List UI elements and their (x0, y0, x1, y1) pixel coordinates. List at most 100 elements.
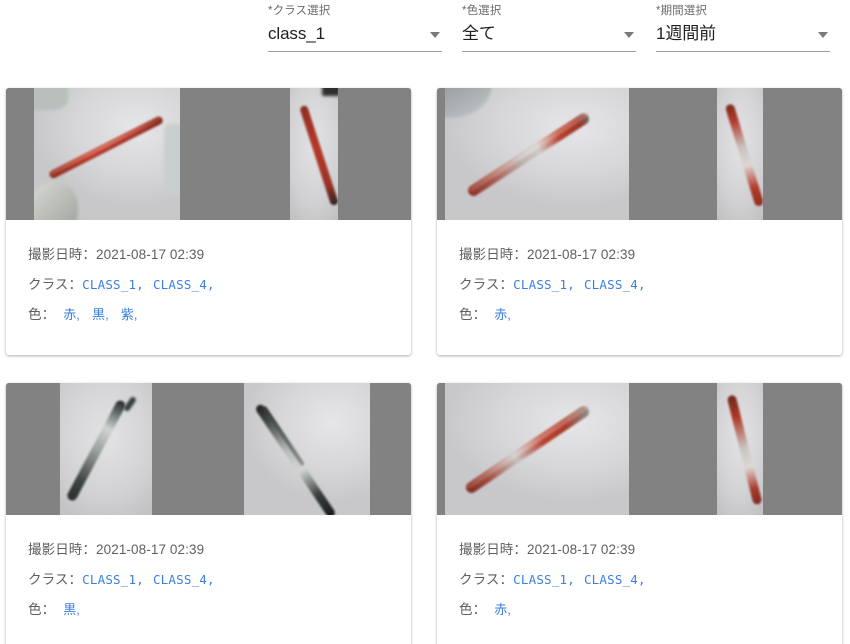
color-label: 色： (28, 307, 56, 322)
color-row: 色： 赤, (459, 300, 820, 330)
filter-bar: *クラス選択 class_1 *色選択 全て *期間選択 1週間前 (268, 0, 850, 58)
thumbnail-strip[interactable] (437, 383, 842, 515)
thumbnail-photo (244, 383, 370, 515)
color-chip[interactable]: 黒, (92, 307, 109, 322)
color-row: 色： 赤, 黒, 紫, (28, 300, 389, 330)
detection-thumbnail[interactable] (290, 88, 338, 220)
chevron-down-icon[interactable] (430, 32, 440, 38)
capture-datetime-label: 撮影日時： (28, 247, 96, 262)
capture-datetime-row: 撮影日時：2021-08-17 02:39 (459, 240, 820, 270)
color-select[interactable]: *色選択 全て (462, 0, 636, 58)
card-body: 撮影日時：2021-08-17 02:39 クラス：CLASS_1, CLASS_… (6, 515, 411, 644)
detection-thumbnail[interactable] (717, 383, 763, 515)
chevron-down-icon[interactable] (818, 32, 828, 38)
capture-datetime-value: 2021-08-17 02:39 (96, 542, 205, 557)
period-select-value: 1週間前 (656, 24, 717, 43)
thumbnail-photo (445, 383, 629, 515)
thumbnail-strip[interactable] (6, 88, 411, 220)
color-row: 色： 赤, (459, 595, 820, 625)
color-label: 色： (459, 307, 487, 322)
result-card-grid: 撮影日時：2021-08-17 02:39 クラス：CLASS_1, CLASS_… (6, 88, 844, 644)
detection-thumbnail[interactable] (717, 88, 763, 220)
capture-datetime-row: 撮影日時：2021-08-17 02:39 (28, 535, 389, 565)
thumbnail-spacer (370, 383, 411, 515)
detection-thumbnail[interactable] (445, 383, 629, 515)
class-chip[interactable]: CLASS_4, (584, 277, 646, 292)
class-select-underline (268, 51, 442, 52)
thumbnail-spacer (763, 383, 842, 515)
thumbnail-strip[interactable] (6, 383, 411, 515)
thumbnail-spacer (180, 88, 290, 220)
period-select-label: *期間選択 (656, 5, 707, 17)
result-card[interactable]: 撮影日時：2021-08-17 02:39 クラス：CLASS_1, CLASS_… (6, 88, 411, 355)
class-chip[interactable]: CLASS_4, (153, 277, 215, 292)
detection-thumbnail[interactable] (445, 88, 629, 220)
color-chip[interactable]: 紫, (121, 307, 138, 322)
capture-datetime-row: 撮影日時：2021-08-17 02:39 (28, 240, 389, 270)
capture-datetime-label: 撮影日時： (459, 247, 527, 262)
thumbnail-spacer (152, 383, 244, 515)
class-chip[interactable]: CLASS_1, (513, 572, 575, 587)
color-label: 色： (28, 602, 56, 617)
class-row: クラス：CLASS_1, CLASS_4, (459, 270, 820, 300)
class-label: クラス： (459, 277, 514, 292)
color-label: 色： (459, 602, 487, 617)
thumbnail-photo (717, 88, 763, 220)
class-label: クラス： (459, 572, 514, 587)
color-chip[interactable]: 赤, (494, 307, 511, 322)
result-card[interactable]: 撮影日時：2021-08-17 02:39 クラス：CLASS_1, CLASS_… (6, 383, 411, 644)
thumbnail-photo (60, 383, 152, 515)
color-row: 色： 黒, (28, 595, 389, 625)
thumbnail-spacer (6, 383, 60, 515)
capture-datetime-label: 撮影日時： (459, 542, 527, 557)
class-chip[interactable]: CLASS_1, (82, 277, 144, 292)
capture-datetime-row: 撮影日時：2021-08-17 02:39 (459, 535, 820, 565)
capture-datetime-value: 2021-08-17 02:39 (527, 247, 636, 262)
result-card[interactable]: 撮影日時：2021-08-17 02:39 クラス：CLASS_1, CLASS_… (437, 88, 842, 355)
page-root: *クラス選択 class_1 *色選択 全て *期間選択 1週間前 撮影日時：2… (0, 0, 850, 644)
period-select[interactable]: *期間選択 1週間前 (656, 0, 830, 58)
capture-datetime-value: 2021-08-17 02:39 (96, 247, 205, 262)
card-body: 撮影日時：2021-08-17 02:39 クラス：CLASS_1, CLASS_… (6, 220, 411, 355)
thumbnail-photo (445, 88, 629, 220)
thumbnail-strip[interactable] (437, 88, 842, 220)
period-select-underline (656, 51, 830, 52)
class-chip[interactable]: CLASS_4, (584, 572, 646, 587)
class-label: クラス： (28, 277, 83, 292)
color-select-label: *色選択 (462, 5, 502, 17)
class-row: クラス：CLASS_1, CLASS_4, (28, 565, 389, 595)
detection-thumbnail[interactable] (34, 88, 180, 220)
thumbnail-photo (34, 88, 180, 220)
class-label: クラス： (28, 572, 83, 587)
thumbnail-spacer (437, 383, 445, 515)
card-body: 撮影日時：2021-08-17 02:39 クラス：CLASS_1, CLASS_… (437, 220, 842, 355)
class-select-label: *クラス選択 (268, 5, 331, 17)
thumbnail-photo (290, 88, 338, 220)
class-row: クラス：CLASS_1, CLASS_4, (28, 270, 389, 300)
class-select[interactable]: *クラス選択 class_1 (268, 0, 442, 58)
thumbnail-spacer (763, 88, 842, 220)
class-select-value: class_1 (268, 24, 325, 43)
class-chip[interactable]: CLASS_1, (82, 572, 144, 587)
color-select-underline (462, 51, 636, 52)
card-body: 撮影日時：2021-08-17 02:39 クラス：CLASS_1, CLASS_… (437, 515, 842, 644)
color-chip[interactable]: 赤, (494, 602, 511, 617)
color-chip[interactable]: 黒, (63, 602, 80, 617)
color-select-value: 全て (462, 24, 496, 43)
detection-thumbnail[interactable] (244, 383, 370, 515)
capture-datetime-label: 撮影日時： (28, 542, 96, 557)
thumbnail-photo (717, 383, 763, 515)
thumbnail-spacer (437, 88, 445, 220)
class-row: クラス：CLASS_1, CLASS_4, (459, 565, 820, 595)
class-chip[interactable]: CLASS_4, (153, 572, 215, 587)
color-chip[interactable]: 赤, (63, 307, 80, 322)
result-card[interactable]: 撮影日時：2021-08-17 02:39 クラス：CLASS_1, CLASS_… (437, 383, 842, 644)
detection-thumbnail[interactable] (60, 383, 152, 515)
thumbnail-spacer (6, 88, 34, 220)
class-chip[interactable]: CLASS_1, (513, 277, 575, 292)
capture-datetime-value: 2021-08-17 02:39 (527, 542, 636, 557)
thumbnail-spacer (338, 88, 411, 220)
thumbnail-spacer (629, 88, 717, 220)
thumbnail-spacer (629, 383, 717, 515)
chevron-down-icon[interactable] (624, 32, 634, 38)
